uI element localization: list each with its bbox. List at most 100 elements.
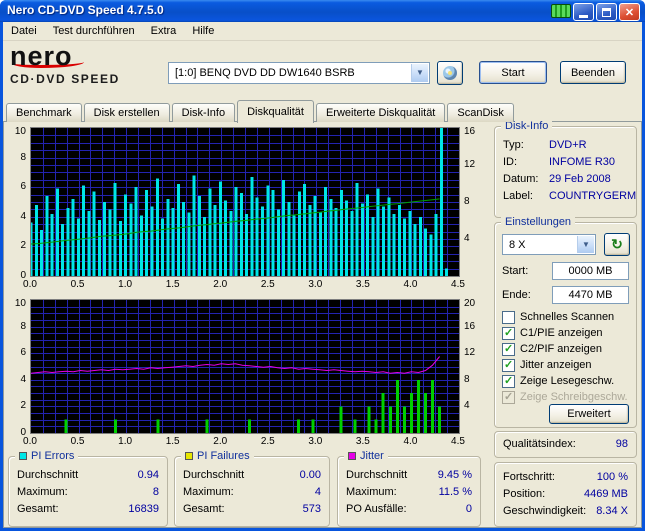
pi-failures-panel: PI Failures Durchschnitt 0.00 Maximum: 4 G… xyxy=(174,449,330,527)
pi-errors-title: PI Errors xyxy=(31,450,75,462)
advanced-button[interactable]: Erweitert xyxy=(549,404,629,424)
checkbox-label: C1/PIE anzeigen xyxy=(520,327,603,339)
scan-start-label: Start: xyxy=(502,265,529,277)
checkbox-label: Schnelles Scannen xyxy=(520,311,615,323)
pi-failures-legend-swatch xyxy=(185,452,193,460)
start-button[interactable]: Start xyxy=(479,61,547,84)
tab-erweiterte-diskqualitaet[interactable]: Erweiterte Diskqualität xyxy=(315,103,446,122)
titlebar[interactable]: Nero CD-DVD Speed 4.7.5.0 ✕ xyxy=(0,0,645,22)
checkbox-icon xyxy=(502,390,515,404)
max-label: Maximum: xyxy=(346,486,397,498)
pie-quality-chart: 10 8 6 4 2 0 16 12 8 4 0.0 0.5 1.0 1.5 2.0 2.5 3.0 3.5 4… xyxy=(8,126,492,292)
scan-end-label: Ende: xyxy=(502,289,531,301)
total-label: Gesamt: xyxy=(17,503,59,515)
checkbox-c1-pie-anzeigen[interactable]: C1/PIE anzeigen xyxy=(502,326,603,340)
menu-test-durchfuehren[interactable]: Test durchführen xyxy=(45,22,143,41)
disk-id-label: ID: xyxy=(503,156,518,168)
checkbox-zeige-lesegeschw[interactable]: Zeige Lesegeschw. xyxy=(502,374,614,388)
battery-icon xyxy=(551,4,571,18)
checkbox-icon xyxy=(502,374,515,388)
menu-extra[interactable]: Extra xyxy=(143,22,185,41)
pif-chart-left-axis: 10 8 6 4 2 0 xyxy=(14,298,26,438)
checkbox-icon xyxy=(502,326,515,340)
menubar: Datei Test durchführen Extra Hilfe xyxy=(3,22,642,41)
refresh-icon: ↻ xyxy=(611,236,623,252)
quality-index-value: 98 xyxy=(615,438,628,450)
disk-label-value: COUNTRYGERM xyxy=(549,190,637,202)
quality-index-panel: Qualitätsindex: 98 xyxy=(494,431,637,458)
scan-end-field[interactable]: 4470 MB xyxy=(552,286,629,304)
checkbox-jitter-anzeigen[interactable]: Jitter anzeigen xyxy=(502,358,592,372)
speed-selector-value: 8 X xyxy=(509,239,526,251)
total-label: Gesamt: xyxy=(183,503,225,515)
progress-panel: Fortschritt: 100 % Position: 4469 MB Gesch… xyxy=(494,462,637,527)
exit-button[interactable]: Beenden xyxy=(560,61,626,84)
disk-date-label: Datum: xyxy=(503,173,539,185)
pif-jitter-chart: 10 8 6 4 2 0 20 16 12 8 4 0.0 0.5 1.0 1.5 2.0 2.5 3.0 3.… xyxy=(8,298,492,450)
pie-chart-x-axis: 0.0 0.5 1.0 1.5 2.0 2.5 3.0 3.5 4.0 4.5 xyxy=(23,279,465,290)
avg-value: 0.00 xyxy=(299,469,321,481)
avg-value: 9.45 % xyxy=(437,469,472,481)
quality-index-label: Qualitätsindex: xyxy=(503,438,576,450)
disc-icon xyxy=(443,66,457,80)
tab-disk-info[interactable]: Disk-Info xyxy=(171,103,236,122)
checkbox-label: Jitter anzeigen xyxy=(520,359,592,371)
pie-chart-right-axis: 16 12 8 4 xyxy=(464,126,476,244)
checkbox-icon xyxy=(502,310,515,324)
eject-disc-button[interactable] xyxy=(437,61,463,85)
pif-chart-right-axis: 20 16 12 8 4 xyxy=(464,298,476,412)
scan-start-field[interactable]: 0000 MB xyxy=(552,262,629,280)
close-button[interactable]: ✕ xyxy=(619,3,640,21)
tab-disk-erstellen[interactable]: Disk erstellen xyxy=(83,103,170,122)
po-failures-label: PO Ausfälle: xyxy=(346,503,407,515)
speed-value: 8.34 X xyxy=(596,505,628,517)
drive-selector-value: [1:0] BENQ DVD DD DW1640 BSRB xyxy=(175,67,355,79)
disk-type-label: Typ: xyxy=(503,139,524,151)
disk-info-panel: Disk-Info Typ: DVD+R ID: INFOME R30 Datu… xyxy=(494,119,637,218)
tab-diskqualitaet[interactable]: Diskqualität xyxy=(237,100,314,123)
checkbox-label: C2/PIF anzeigen xyxy=(520,343,602,355)
settings-title: Einstellungen xyxy=(501,215,576,229)
po-failures-value: 0 xyxy=(465,503,472,515)
pi-errors-legend-swatch xyxy=(19,452,27,460)
minimize-icon xyxy=(579,15,588,18)
position-label: Position: xyxy=(503,488,546,500)
checkbox-c2-pif-anzeigen[interactable]: C2/PIF anzeigen xyxy=(502,342,602,356)
pi-failures-title: PI Failures xyxy=(197,450,250,462)
disk-label-label: Label: xyxy=(503,190,533,202)
tab-scandisk[interactable]: ScanDisk xyxy=(447,103,514,122)
position-value: 4469 MB xyxy=(583,488,628,500)
disk-date-value: 29 Feb 2008 xyxy=(549,173,611,185)
avg-label: Durchschnitt xyxy=(346,469,408,481)
avg-label: Durchschnitt xyxy=(17,469,79,481)
pie-chart-left-axis: 10 8 6 4 2 0 xyxy=(14,126,26,281)
drive-selector[interactable]: [1:0] BENQ DVD DD DW1640 BSRB ▼ xyxy=(168,62,430,84)
maximize-button[interactable] xyxy=(596,3,617,21)
checkbox-label: Zeige Schreibgeschw. xyxy=(520,391,628,403)
jitter-title: Jitter xyxy=(360,450,384,462)
chevron-down-icon[interactable]: ▼ xyxy=(577,236,594,253)
max-label: Maximum: xyxy=(17,486,68,498)
menu-hilfe[interactable]: Hilfe xyxy=(184,22,222,41)
total-value: 573 xyxy=(302,503,321,515)
speed-selector[interactable]: 8 X ▼ xyxy=(502,234,596,255)
tabstrip: Benchmark Disk erstellen Disk-Info Diskq… xyxy=(6,100,516,123)
refresh-button[interactable]: ↻ xyxy=(604,233,630,256)
tab-benchmark[interactable]: Benchmark xyxy=(6,103,82,122)
max-label: Maximum: xyxy=(183,486,234,498)
disk-type-value: DVD+R xyxy=(549,139,587,151)
nero-logo-text: nero xyxy=(10,41,73,71)
checkbox-schnelles-scannen[interactable]: Schnelles Scannen xyxy=(502,310,614,324)
menu-datei[interactable]: Datei xyxy=(3,22,45,41)
max-value: 4 xyxy=(314,486,321,498)
pi-errors-panel: PI Errors Durchschnitt 0.94 Maximum: 8 Ges… xyxy=(8,449,168,527)
jitter-legend-swatch xyxy=(348,452,356,460)
checkbox-zeige-schreibgeschw: Zeige Schreibgeschw. xyxy=(502,390,628,404)
total-value: 16839 xyxy=(128,503,159,515)
maximize-icon xyxy=(602,7,611,17)
max-value: 11.5 % xyxy=(438,486,472,498)
minimize-button[interactable] xyxy=(573,3,594,21)
max-value: 8 xyxy=(152,486,159,498)
cdvd-speed-logo-text: CD·DVD SPEED xyxy=(10,72,120,86)
chevron-down-icon[interactable]: ▼ xyxy=(411,64,428,82)
